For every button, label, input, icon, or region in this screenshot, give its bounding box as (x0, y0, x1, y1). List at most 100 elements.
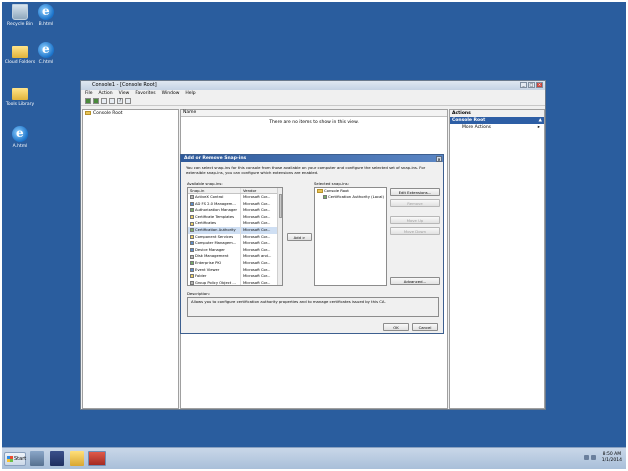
tree-node-console-root[interactable]: Console Root (83, 110, 178, 116)
column-header-snapin[interactable]: Snap-in (188, 188, 240, 193)
snapin-icon (190, 221, 194, 226)
desktop-icon-b-html[interactable]: B.html (28, 4, 64, 27)
menu-window[interactable]: Window (162, 91, 180, 96)
volume-icon[interactable] (591, 455, 596, 460)
snapin-row[interactable]: Authorization Manager Microsoft Cor... (188, 207, 282, 214)
selected-snapins-label: Selected snap-ins: (314, 181, 349, 186)
network-icon[interactable] (584, 455, 589, 460)
mmc-title-bar[interactable]: Console1 - [Console Root] _ □ × (81, 81, 545, 90)
snapin-name: Enterprise PKI (195, 260, 221, 265)
menu-favorites[interactable]: Favorites (135, 91, 155, 96)
start-button[interactable]: Start (4, 452, 26, 466)
snapin-name-cell: AD FS 2.0 Managem... (188, 201, 240, 208)
snapin-icon (190, 201, 194, 206)
snapin-vendor: Microsoft Cor... (240, 266, 276, 274)
edit-extensions-button[interactable]: Edit Extensions... (390, 188, 440, 196)
scrollbar-thumb[interactable] (278, 194, 282, 218)
folder-icon (317, 189, 323, 193)
snapin-row[interactable]: Event Viewer Microsoft Cor... (188, 266, 282, 274)
snapin-name: Folder (195, 274, 207, 279)
add-button[interactable]: Add > (287, 233, 312, 241)
maximize-icon[interactable]: □ (528, 82, 535, 88)
move-down-button[interactable]: Move Down (390, 227, 440, 235)
back-icon[interactable] (85, 98, 91, 104)
recycle-bin-icon (12, 4, 28, 20)
desktop-icon-label: B.html (38, 22, 54, 27)
list-scrollbar[interactable] (277, 188, 282, 285)
explorer-folder-icon[interactable] (70, 451, 84, 466)
column-header-vendor[interactable]: Vendor (240, 188, 276, 193)
snapin-name-cell: Enterprise PKI (188, 260, 240, 267)
mmc-window-title: Console1 - [Console Root] (92, 82, 157, 88)
snapin-name-cell: Computer Managem... (188, 240, 240, 247)
desktop-icon-a-html[interactable]: A.html (2, 126, 38, 149)
snapin-vendor: Microsoft Cor... (240, 279, 276, 285)
snapin-name-cell: Authorization Manager (188, 207, 240, 214)
menu-help[interactable]: Help (185, 91, 195, 96)
dialog-title-bar[interactable]: Add or Remove Snap-ins × (181, 155, 443, 162)
menu-file[interactable]: File (85, 91, 93, 96)
snapin-name-cell: Group Policy Object ... (188, 280, 240, 285)
description-label: Description: (187, 291, 210, 296)
clock[interactable]: 8:50 AM 1/1/2014 (602, 452, 622, 464)
snapin-row[interactable]: AD FS 2.0 Managem... Microsoft Cor... (188, 200, 282, 208)
submenu-arrow-icon: ▸ (537, 125, 540, 130)
desktop-icon-c-html[interactable]: C.html (28, 42, 64, 65)
snapin-name: Device Manager (195, 247, 225, 252)
snapin-row[interactable]: Certificates Microsoft Cor... (188, 220, 282, 227)
close-icon[interactable]: × (436, 155, 442, 162)
selected-node-certification-authority[interactable]: Certification Authority (Local) (315, 194, 386, 200)
server-manager-icon[interactable] (30, 451, 44, 466)
snapin-row[interactable]: Device Manager Microsoft Cor... (188, 246, 282, 254)
actions-section-console-root[interactable]: Console Root ▲ (450, 117, 544, 124)
actions-header: Actions (450, 110, 544, 117)
snapin-row[interactable]: Enterprise PKI Microsoft Cor... (188, 259, 282, 267)
snapin-row[interactable]: Certification Authority Microsoft Cor... (188, 226, 282, 234)
powershell-icon[interactable] (50, 451, 64, 466)
desktop-icon-tools-library[interactable]: Tools Library (2, 84, 38, 107)
available-snapins-rows: ActiveX Control Microsoft Cor... AD FS 2.0… (188, 194, 282, 285)
snapin-row[interactable]: Computer Managem... Microsoft Cor... (188, 240, 282, 247)
ok-button[interactable]: OK (383, 323, 409, 331)
remove-button[interactable]: Remove (390, 199, 440, 207)
snapin-row[interactable]: Group Policy Object ... Microsoft Cor... (188, 279, 282, 285)
snapin-vendor: Microsoft Cor... (240, 240, 276, 247)
cancel-button[interactable]: Cancel (412, 323, 438, 331)
mmc-taskbar-icon[interactable] (88, 451, 106, 466)
menu-action[interactable]: Action (99, 91, 113, 96)
snapin-icon (190, 274, 194, 279)
column-header-name[interactable]: Name (181, 110, 447, 117)
snapin-name: Certification Authority (195, 227, 236, 232)
mmc-menu-bar: File Action View Favorites Window Help (81, 90, 545, 97)
snapin-name-cell: Certificate Templates (188, 214, 240, 221)
minimize-icon[interactable]: _ (520, 82, 527, 88)
forward-icon[interactable] (93, 98, 99, 104)
snapin-row[interactable]: Folder Microsoft Cor... (188, 273, 282, 280)
collapse-icon[interactable]: ▲ (539, 117, 542, 124)
windows-logo-icon (7, 456, 13, 462)
snapin-vendor: Microsoft and... (240, 253, 276, 260)
close-icon[interactable]: × (536, 82, 543, 88)
action-pane-icon[interactable] (125, 98, 131, 104)
snapin-row[interactable]: Disk Management Microsoft and... (188, 253, 282, 260)
menu-view[interactable]: View (119, 91, 130, 96)
available-snapins-list[interactable]: Snap-in Vendor ActiveX Control Microsoft … (187, 187, 283, 286)
properties-icon[interactable] (109, 98, 115, 104)
start-label: Start (14, 456, 27, 462)
snapin-row[interactable]: Component Services Microsoft Cor... (188, 233, 282, 241)
advanced-button[interactable]: Advanced... (390, 277, 440, 285)
system-tray (584, 455, 596, 460)
snapin-vendor: Microsoft Cor... (240, 213, 276, 221)
move-up-button[interactable]: Move Up (390, 216, 440, 224)
snapin-row[interactable]: ActiveX Control Microsoft Cor... (188, 194, 282, 201)
add-remove-snapins-dialog: Add or Remove Snap-ins × You can select … (180, 154, 444, 334)
console-tree: Console Root (82, 109, 179, 409)
snapin-name: Disk Management (195, 254, 229, 259)
help-icon[interactable]: ? (117, 98, 123, 104)
snapin-name: Certificate Templates (195, 214, 235, 219)
action-more-actions[interactable]: More Actions ▸ (450, 124, 544, 131)
console-tree-icon[interactable] (101, 98, 107, 104)
selected-snapins-list[interactable]: Console Root Certification Authority (Lo… (314, 187, 387, 286)
snapin-row[interactable]: Certificate Templates Microsoft Cor... (188, 213, 282, 221)
desktop-icon-label: A.html (12, 144, 28, 149)
